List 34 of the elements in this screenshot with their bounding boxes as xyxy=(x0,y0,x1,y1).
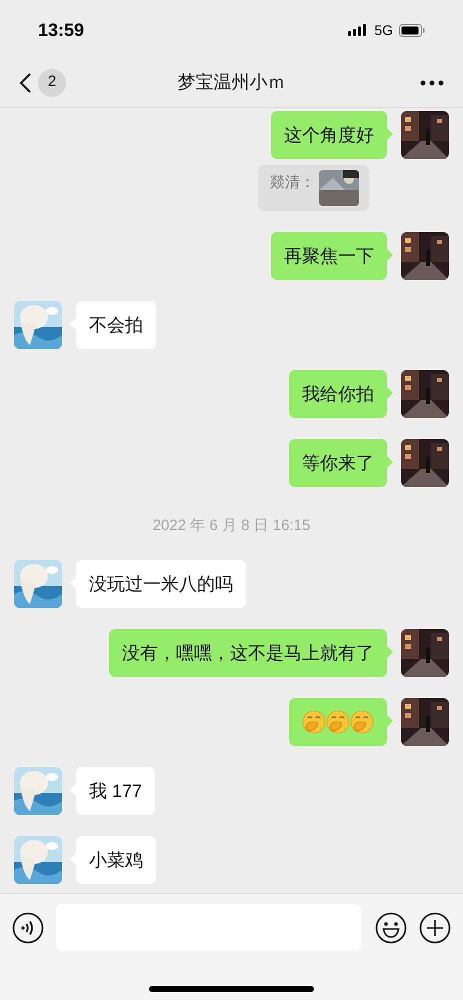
message-bubble: 再聚焦一下 xyxy=(271,232,387,280)
timestamp: 2022 年 6 月 8 日 16:15 xyxy=(152,516,310,536)
signal-icon xyxy=(348,24,368,36)
message-bubble: 没有，嘿嘿，这不是马上就有了 xyxy=(109,628,387,676)
voice-icon xyxy=(12,912,44,944)
message-bubble: 这个角度好 xyxy=(271,111,387,159)
smiley-icon xyxy=(375,912,407,944)
voice-button[interactable] xyxy=(12,912,44,944)
message-bubble: 没玩过一米八的吗 xyxy=(76,560,246,608)
plus-icon xyxy=(419,912,451,944)
bubble-tail xyxy=(387,456,393,468)
hand-over-mouth-emoji-icon xyxy=(350,710,374,734)
chat-title: 梦宝温州小ｍ xyxy=(178,71,286,94)
message-bubble: 等你来了 xyxy=(289,439,387,487)
back-icon xyxy=(18,72,32,94)
hand-over-mouth-emoji-icon xyxy=(326,710,350,734)
unread-count: 2 xyxy=(38,68,66,96)
back-button[interactable]: 2 xyxy=(18,68,66,96)
message-bubble: 我 177 xyxy=(76,766,156,814)
message-bubble: 我给你拍 xyxy=(289,370,387,418)
bubble-tail xyxy=(387,128,393,140)
bubble-tail xyxy=(387,646,393,658)
message-bubble: 小菜鸡 xyxy=(76,836,156,884)
network-label: 5G xyxy=(374,20,393,40)
message-bubble: 不会拍 xyxy=(76,301,156,349)
more-icon xyxy=(420,80,444,86)
bubble-tail xyxy=(387,387,393,399)
emoji-button[interactable] xyxy=(375,912,407,944)
hand-over-mouth-emoji-icon xyxy=(302,710,326,734)
bubble-tail xyxy=(387,249,393,261)
battery-icon xyxy=(399,24,425,36)
plus-button[interactable] xyxy=(419,912,451,944)
status-time: 13:59 xyxy=(38,18,84,42)
quote-sender: 燚清： xyxy=(270,173,315,193)
